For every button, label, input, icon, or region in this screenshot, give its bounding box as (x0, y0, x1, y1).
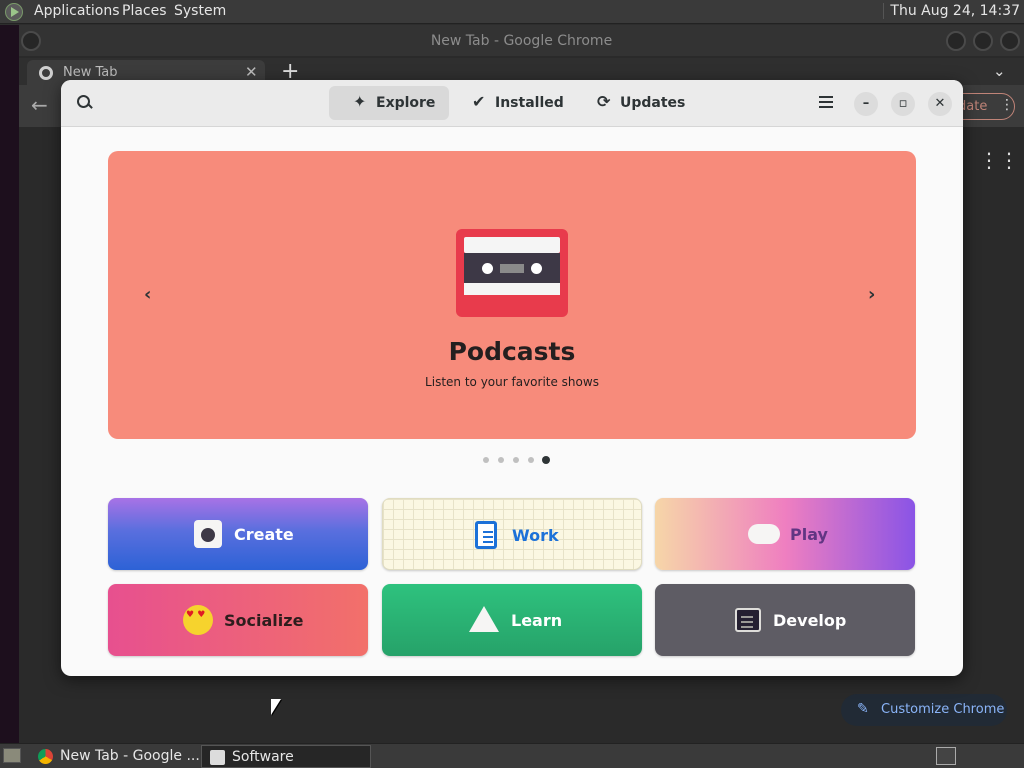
gamepad-icon (748, 524, 780, 544)
distro-logo-icon[interactable] (5, 3, 23, 21)
category-label: Work (512, 526, 559, 545)
taskbar-item-chrome[interactable]: New Tab - Google ... (30, 745, 200, 768)
category-develop-button[interactable]: Develop (655, 584, 915, 656)
category-label: Socialize (224, 611, 304, 630)
minimize-icon[interactable]: – (854, 92, 878, 116)
terminal-icon (735, 608, 761, 632)
category-work-button[interactable]: Work (382, 498, 642, 570)
updates-icon: ⟳ (597, 92, 611, 111)
category-label: Learn (511, 611, 563, 630)
window-maximize-button[interactable] (973, 31, 993, 51)
chrome-icon (38, 749, 53, 764)
software-header: ✦ Explore ✔ Installed ⟳ Updates – ▫ ✕ (61, 80, 963, 127)
installed-icon: ✔ (472, 92, 486, 111)
software-icon (210, 750, 225, 765)
explore-icon: ✦ (353, 92, 367, 111)
window-minimize-button[interactable] (946, 31, 966, 51)
tab-explore[interactable]: ✦ Explore (329, 86, 449, 120)
taskbar-item-label: New Tab - Google ... (60, 748, 200, 764)
carousel-dot[interactable] (498, 457, 504, 463)
menu-icon[interactable] (819, 96, 833, 111)
top-panel: Applications Places System Thu Aug 24, 1… (0, 0, 1024, 24)
tray-icon[interactable] (936, 747, 956, 765)
tab-updates-label: Updates (620, 95, 686, 111)
bottom-panel: New Tab - Google ... Software (0, 743, 1024, 768)
customize-label: Customize Chrome (881, 702, 1005, 717)
back-arrow-icon[interactable]: ← (31, 93, 48, 117)
clock[interactable]: Thu Aug 24, 14:37 (883, 3, 1020, 19)
tab-updates[interactable]: ⟳ Updates (586, 86, 686, 120)
apps-grid-icon[interactable]: ⋮⋮⋮ (979, 150, 1024, 170)
tab-close-icon[interactable]: ✕ (245, 63, 258, 81)
desktop-edge (0, 25, 19, 743)
maximize-icon[interactable]: ▫ (891, 92, 915, 116)
chrome-favicon-icon (39, 66, 53, 80)
mouse-cursor-icon (271, 699, 281, 715)
featured-carousel[interactable]: ‹ › Podcasts Listen to your favorite sho… (108, 151, 916, 439)
create-icon (194, 520, 222, 548)
tab-label: New Tab (63, 65, 118, 80)
heart-eyes-emoji-icon (183, 605, 213, 635)
close-icon[interactable]: ✕ (928, 92, 952, 116)
carousel-dot[interactable] (483, 457, 489, 463)
featured-subtitle: Listen to your favorite shows (425, 375, 599, 389)
work-icon (475, 521, 497, 549)
software-window: ✦ Explore ✔ Installed ⟳ Updates – ▫ ✕ ‹ … (61, 80, 963, 676)
window-close-button[interactable] (1000, 31, 1020, 51)
carousel-dot[interactable] (513, 457, 519, 463)
chevron-left-icon[interactable]: ‹ (144, 284, 151, 305)
paper-plane-icon (469, 606, 499, 632)
chevron-right-icon[interactable]: › (868, 284, 875, 305)
taskbar-item-label: Software (232, 749, 294, 765)
customize-chrome-button[interactable]: ✎ Customize Chrome (841, 694, 1007, 726)
carousel-dot[interactable] (528, 457, 534, 463)
menu-places[interactable]: Places (122, 3, 167, 19)
category-label: Play (790, 525, 828, 544)
pencil-icon: ✎ (857, 701, 869, 717)
category-create-button[interactable]: Create (108, 498, 368, 570)
search-icon[interactable] (75, 93, 95, 113)
show-desktop-icon[interactable] (3, 748, 21, 763)
tab-explore-label: Explore (376, 95, 436, 111)
taskbar-item-software[interactable]: Software (201, 745, 371, 768)
tab-installed-label: Installed (495, 95, 564, 111)
menu-applications[interactable]: Applications (34, 3, 120, 19)
category-label: Create (234, 525, 294, 544)
kebab-menu-icon[interactable]: ⋮ (1000, 97, 1014, 113)
category-learn-button[interactable]: Learn (382, 584, 642, 656)
category-play-button[interactable]: Play (655, 498, 915, 570)
cassette-icon (456, 229, 568, 317)
featured-title: Podcasts (448, 337, 576, 366)
category-label: Develop (773, 611, 847, 630)
carousel-dot-active[interactable] (542, 456, 550, 464)
tab-search-chevron-icon[interactable]: ⌄ (993, 62, 1006, 80)
category-socialize-button[interactable]: Socialize (108, 584, 368, 656)
tab-installed[interactable]: ✔ Installed (461, 86, 564, 120)
window-title: New Tab - Google Chrome (430, 33, 613, 49)
menu-system[interactable]: System (174, 3, 226, 19)
chrome-titlebar[interactable]: New Tab - Google Chrome (19, 25, 1024, 57)
